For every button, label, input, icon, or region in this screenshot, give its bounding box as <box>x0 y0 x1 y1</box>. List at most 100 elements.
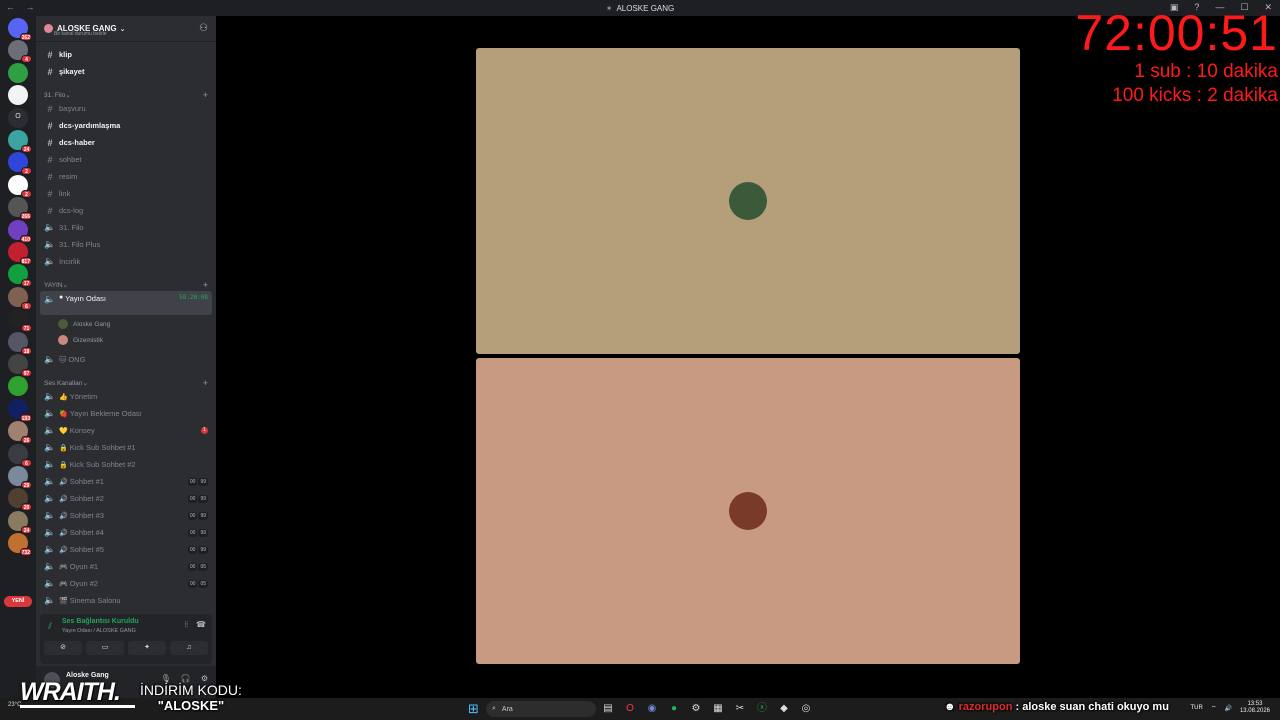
server-icon[interactable] <box>8 85 28 106</box>
channel-item[interactable]: # dcs-haber <box>40 135 212 150</box>
screen-share-button[interactable]: ▭ <box>86 641 124 655</box>
category-ses-kanallari[interactable]: Ses Kanalları ⌄ + <box>44 378 208 388</box>
spotify-icon[interactable]: ● <box>666 701 682 717</box>
channel-item[interactable]: 🔈 🎮 Oyun #2 00 05 <box>40 576 212 591</box>
volume-icon[interactable]: 🔊 <box>1224 705 1231 712</box>
app-icon[interactable]: ▦ <box>710 701 726 717</box>
app-icon[interactable]: ◆ <box>776 701 792 717</box>
steam-icon[interactable]: ⚙ <box>688 701 704 717</box>
server-icon[interactable]: 817 <box>8 242 32 265</box>
xbox-icon[interactable]: ⓧ <box>754 701 770 717</box>
channel-item[interactable]: 🔈 31. Filo Plus <box>40 237 212 252</box>
voice-channel-path[interactable]: Yayın Odası / ALOSKE GANG <box>62 628 136 634</box>
unread-badge: 71 <box>21 324 32 333</box>
channel-item[interactable]: 🔈 💛 Konsey 1 <box>40 423 212 438</box>
discord-home-icon[interactable]: 262 <box>8 18 32 41</box>
channel-item[interactable]: 🔈 🎬 Sinema Salonu <box>40 593 212 608</box>
voice-channel-ong[interactable]: 🔈 🐱 ONG <box>40 352 212 367</box>
soundboard-button[interactable]: ♫ <box>170 641 208 655</box>
server-icon[interactable]: 97 <box>8 354 32 377</box>
channel-item[interactable]: 🔈 🔊 Sohbet #3 00 99 <box>40 508 212 523</box>
add-member-icon[interactable]: ⚇ <box>199 23 208 34</box>
category-31-filo[interactable]: 31. Filo ⌄ + <box>44 90 208 100</box>
task-view-icon[interactable]: ▤ <box>600 701 616 717</box>
server-icon[interactable]: 193 <box>8 398 32 422</box>
server-icon[interactable]: 2 <box>8 152 32 176</box>
server-icon[interactable]: O <box>8 107 28 128</box>
channel-item[interactable]: 🔈 🔊 Sohbet #5 00 99 <box>40 542 212 557</box>
channel-item[interactable]: 🔈 🎮 Oyun #1 00 05 <box>40 559 212 574</box>
channel-item[interactable]: # başvuru <box>40 101 212 116</box>
voice-user[interactable]: Aloske Gang <box>58 317 110 331</box>
avatar <box>729 492 767 530</box>
nav-arrows-icon[interactable]: ← → <box>6 2 39 12</box>
voice-user[interactable]: Gizemistik <box>58 333 103 347</box>
server-icon[interactable]: 29 <box>8 466 32 489</box>
channel-item[interactable]: # dcs-log <box>40 203 212 218</box>
channel-label: dcs-log <box>59 206 84 215</box>
opera-icon[interactable]: O <box>622 701 638 717</box>
channel-item[interactable]: # dcs-yardımlaşma <box>40 118 212 133</box>
voice-status[interactable]: Ses Bağlantısı Kuruldu <box>62 618 139 625</box>
server-icon[interactable]: 24 <box>8 130 32 153</box>
windows-start-icon[interactable]: ⊞ <box>468 702 479 716</box>
obs-icon[interactable]: ◎ <box>798 701 814 717</box>
server-header[interactable]: ALOSKE GANG ⌄ ⚇ <box>36 16 216 42</box>
camera-off-button[interactable]: ⊘ <box>44 641 82 655</box>
create-channel-icon[interactable]: + <box>203 280 208 290</box>
user-limit-pill: 00 99 <box>187 477 208 486</box>
capcut-icon[interactable]: ✂ <box>732 701 748 717</box>
channel-item[interactable]: # şikayet <box>40 64 212 79</box>
server-icon[interactable] <box>8 376 28 397</box>
channel-item[interactable]: # resim <box>40 169 212 184</box>
channel-item[interactable]: 🔈 🔒 Kick Sub Sohbet #1 <box>40 440 212 455</box>
channel-item[interactable]: 🔈 🍓 Yayın Bekleme Odası <box>40 406 212 421</box>
channel-status[interactable]: Bir kanal durumu belirle <box>54 31 107 37</box>
channel-item[interactable]: # klip <box>40 47 212 62</box>
channel-item[interactable]: 🔈 👍 Yönetim <box>40 389 212 404</box>
server-icon[interactable] <box>8 62 28 83</box>
user-limit-pill: 00 99 <box>187 494 208 503</box>
channel-item[interactable]: 🔈 🔒 Kick Sub Sohbet #2 <box>40 457 212 472</box>
channel-item[interactable]: # link <box>40 186 212 201</box>
server-icon[interactable]: 2 <box>8 174 32 198</box>
server-icon[interactable]: 6 <box>8 443 32 467</box>
unread-badge: 2 <box>21 167 32 176</box>
network-icon[interactable]: ⌔ <box>1211 704 1217 712</box>
channel-label: başvuru <box>59 104 86 113</box>
language-indicator[interactable]: TUR <box>1191 705 1203 711</box>
new-servers-pill[interactable]: YENİ <box>4 596 32 607</box>
clock[interactable]: 13:53 13.08.2026 <box>1240 701 1270 715</box>
taskbar-search[interactable]: ⌕ Ara <box>486 701 596 717</box>
create-channel-icon[interactable]: + <box>203 90 208 100</box>
channel-item[interactable]: 🔈 🔊 Sohbet #4 00 99 <box>40 525 212 540</box>
server-icon[interactable]: 6 <box>8 286 32 310</box>
server-icon[interactable]: 20 <box>8 488 32 512</box>
participant-tile[interactable] <box>476 358 1020 664</box>
server-icon[interactable]: 732 <box>8 533 32 557</box>
chevron-down-icon: ⌄ <box>82 380 89 387</box>
channel-item[interactable]: # sohbet <box>40 152 212 167</box>
disconnect-icon[interactable]: ☎ <box>196 620 206 630</box>
category-label: Ses Kanalları <box>44 379 83 387</box>
channel-item[interactable]: 🔈 İncirlik <box>40 254 212 269</box>
discord-icon[interactable]: ◉ <box>644 701 660 717</box>
server-icon[interactable]: 410 <box>8 219 32 243</box>
server-icon[interactable]: 17 <box>8 264 32 288</box>
channel-item[interactable]: 🔈 🔊 Sohbet #2 00 99 <box>40 491 212 506</box>
server-icon[interactable]: 18 <box>8 331 32 355</box>
voice-channel-yayin-odasi[interactable]: 🔈 ● Yayın Odası 58:28:08 <box>40 291 212 315</box>
participant-tile[interactable] <box>476 48 1020 354</box>
server-icon[interactable]: 24 <box>8 510 32 534</box>
create-channel-icon[interactable]: + <box>203 378 208 388</box>
server-icon[interactable]: 4 <box>8 40 32 64</box>
noise-suppression-icon[interactable]: ⦙⦙ <box>184 620 188 630</box>
server-icon[interactable]: 266 <box>8 197 32 221</box>
channel-item[interactable]: 🔈 31. Filo <box>40 220 212 235</box>
channel-item[interactable]: 🔈 🔊 Sohbet #1 00 99 <box>40 474 212 489</box>
server-icon[interactable]: 71 <box>8 309 32 333</box>
category-yayin[interactable]: YAYIN ⌄ + <box>44 280 208 290</box>
activities-button[interactable]: ✦ <box>128 641 166 655</box>
server-icon[interactable]: 26 <box>8 421 32 445</box>
voice-channel-icon: 🔈 <box>44 425 56 435</box>
